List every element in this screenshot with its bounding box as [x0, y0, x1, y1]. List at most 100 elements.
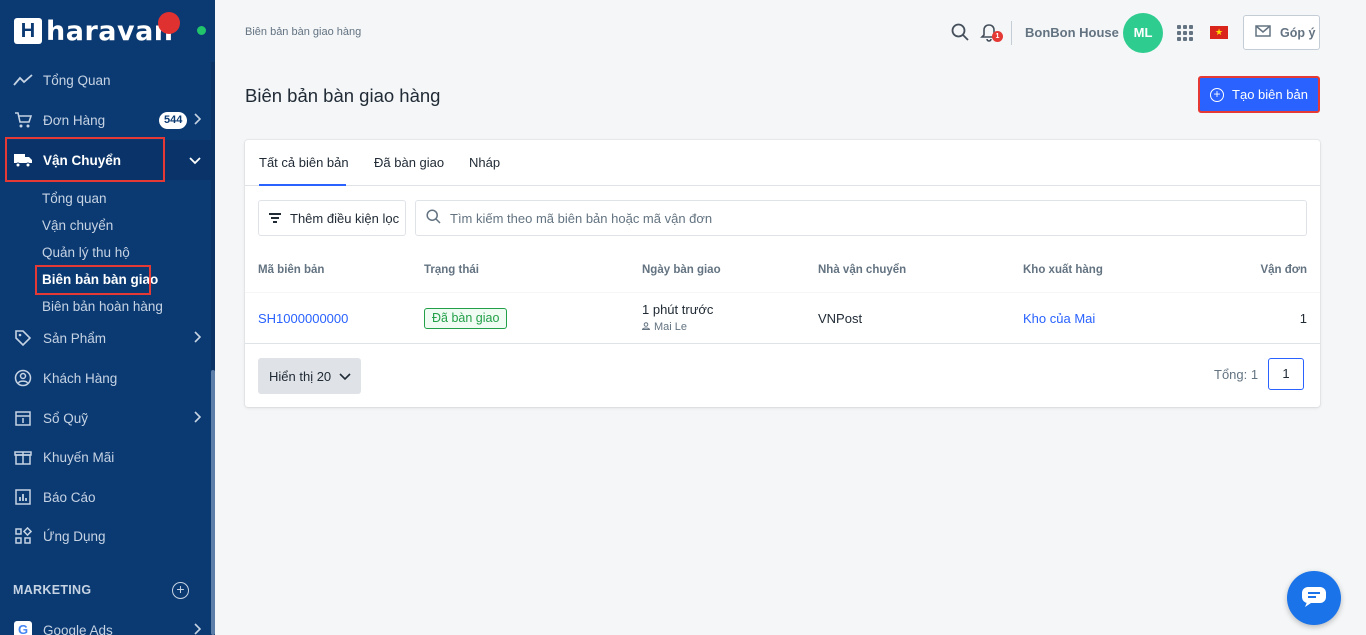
main-content: Biên bản bàn giao hàng 1 BonBon House ML… [215, 0, 1366, 635]
cashbook-icon [13, 408, 33, 428]
column-header-code[interactable]: Mã biên bản [258, 264, 324, 276]
chevron-right-icon [193, 112, 202, 128]
sidebar-item-label: Khách Hàng [43, 370, 118, 386]
sidebar-item-label: Tổng Quan [43, 72, 111, 88]
column-header-carrier[interactable]: Nhà vận chuyển [818, 264, 906, 276]
plus-circle-icon: + [1210, 87, 1225, 102]
page-size-dropdown[interactable]: Hiển thị 20 [258, 358, 361, 394]
user-icon [641, 321, 651, 333]
cart-icon [13, 110, 33, 130]
shop-name[interactable]: BonBon House [1025, 25, 1119, 40]
sidebar-item-apps[interactable]: Ứng Dụng [0, 516, 211, 556]
total-count: Tổng: 1 [1214, 367, 1259, 382]
user-circle-icon [13, 368, 33, 388]
logo-mascot-icon [158, 12, 180, 34]
tab-all-records[interactable]: Tất cả biên bản [259, 155, 349, 170]
page-size-label: Hiển thị 20 [269, 368, 332, 384]
sidebar-subitem-shipments[interactable]: Vận chuyển [42, 218, 113, 233]
sidebar-item-label: Ứng Dụng [43, 528, 106, 544]
bar-chart-icon [13, 487, 33, 507]
carrier-name: VNPost [818, 311, 863, 326]
apps-launcher-icon[interactable] [1177, 25, 1193, 41]
status-badge: Đã bàn giao [424, 308, 508, 329]
sidebar-item-overview[interactable]: Tổng Quan [0, 60, 211, 100]
page-title: Biên bản bàn giao hàng [245, 85, 441, 106]
sidebar-item-reports[interactable]: Báo Cáo [0, 477, 211, 517]
handover-date: 1 phút trước [642, 302, 714, 317]
search-input[interactable] [450, 210, 1270, 226]
sidebar-item-label: Vận Chuyển [43, 152, 122, 168]
sidebar-item-orders[interactable]: Đơn Hàng 544 [0, 100, 211, 140]
add-filter-label: Thêm điều kiện lọc [290, 210, 400, 226]
chevron-down-icon [339, 369, 351, 384]
logo-cart-icon: H [14, 18, 42, 44]
record-tabs: Tất cả biên bản Đã bàn giao Nháp [245, 140, 1320, 186]
chevron-right-icon [193, 410, 202, 426]
record-code-link[interactable]: SH1000000000 [258, 311, 348, 326]
google-logo-icon: G [13, 620, 33, 635]
chat-icon [1301, 586, 1327, 611]
notification-count-badge: 1 [992, 31, 1003, 42]
waybill-count: 1 [1299, 311, 1307, 326]
search-box[interactable] [415, 200, 1307, 236]
online-status-dot [197, 26, 206, 35]
gift-icon [13, 447, 33, 467]
orders-count-badge: 544 [159, 112, 188, 129]
sidebar-item-label: Google Ads [43, 622, 113, 635]
sidebar-subitem-shipping-overview[interactable]: Tổng quan [42, 191, 107, 206]
marketing-section-title: MARKETING [13, 583, 92, 597]
create-record-label: Tạo biên bản [1232, 87, 1308, 102]
records-card: Tất cả biên bản Đã bàn giao Nháp Thêm đi… [245, 140, 1320, 407]
truck-icon [13, 150, 33, 170]
sidebar-item-label: Sổ Quỹ [43, 410, 89, 426]
mail-icon [1255, 25, 1271, 40]
logo-text: haravan [46, 16, 174, 47]
column-header-warehouse[interactable]: Kho xuất hàng [1023, 264, 1103, 276]
sidebar-item-label: Sản Phẩm [43, 330, 107, 346]
search-icon [426, 209, 441, 227]
vietnam-flag-icon[interactable]: ★ [1210, 26, 1228, 39]
page-number-button[interactable]: 1 [1268, 358, 1304, 390]
handover-user-name: Mai Le [654, 321, 688, 333]
breadcrumb[interactable]: Biên bản bàn giao hàng [245, 26, 361, 38]
sidebar-subitem-return-records[interactable]: Biên bản hoàn hàng [42, 299, 163, 314]
create-record-button[interactable]: + Tạo biên bản [1198, 76, 1320, 113]
warehouse-link[interactable]: Kho của Mai [1023, 311, 1095, 326]
filter-icon [269, 213, 281, 223]
sidebar-item-google-ads[interactable]: G Google Ads [0, 610, 211, 635]
column-header-status[interactable]: Trạng thái [424, 264, 479, 276]
haravan-logo[interactable]: H haravan [12, 10, 182, 52]
sidebar-item-shipping[interactable]: Vận Chuyển [0, 140, 211, 180]
header-divider [1011, 21, 1012, 45]
sidebar-subitem-cod-management[interactable]: Quản lý thu hộ [42, 245, 130, 260]
feedback-button[interactable]: Góp ý [1243, 15, 1320, 50]
chevron-right-icon [193, 330, 202, 346]
user-avatar[interactable]: ML [1123, 13, 1163, 53]
tag-icon [13, 328, 33, 348]
active-tab-indicator [259, 184, 346, 186]
sidebar-item-label: Đơn Hàng [43, 112, 106, 128]
trend-chart-icon [13, 70, 33, 90]
sidebar-item-label: Báo Cáo [43, 489, 96, 505]
search-icon[interactable] [951, 23, 969, 41]
sidebar-item-products[interactable]: Sản Phẩm [0, 318, 211, 358]
sidebar-item-customers[interactable]: Khách Hàng [0, 358, 211, 398]
tab-draft[interactable]: Nháp [469, 155, 500, 170]
add-filter-button[interactable]: Thêm điều kiện lọc [258, 200, 406, 236]
sidebar-item-cashbook[interactable]: Sổ Quỹ [0, 398, 211, 438]
table-row[interactable]: SH1000000000 Đã bàn giao 1 phút trước Ma… [245, 292, 1320, 344]
handover-user: Mai Le [641, 321, 688, 333]
tab-handed-over[interactable]: Đã bàn giao [374, 155, 444, 170]
column-header-waybills[interactable]: Vận đơn [1260, 264, 1307, 276]
chevron-right-icon [193, 622, 202, 635]
sidebar-item-label: Khuyến Mãi [43, 449, 115, 465]
chat-support-button[interactable] [1287, 571, 1341, 625]
feedback-label: Góp ý [1280, 25, 1316, 40]
sidebar-item-promotions[interactable]: Khuyến Mãi [0, 437, 211, 477]
chevron-down-icon [189, 153, 201, 168]
column-header-handover-date[interactable]: Ngày bàn giao [642, 264, 721, 276]
apps-grid-icon [13, 526, 33, 546]
sidebar-subitem-handover-records[interactable]: Biên bản bàn giao [42, 272, 158, 287]
add-marketing-channel-icon[interactable]: + [172, 582, 189, 599]
sidebar: H haravan Tổng Quan Đơn Hàng 544 Vận Chu… [0, 0, 215, 635]
